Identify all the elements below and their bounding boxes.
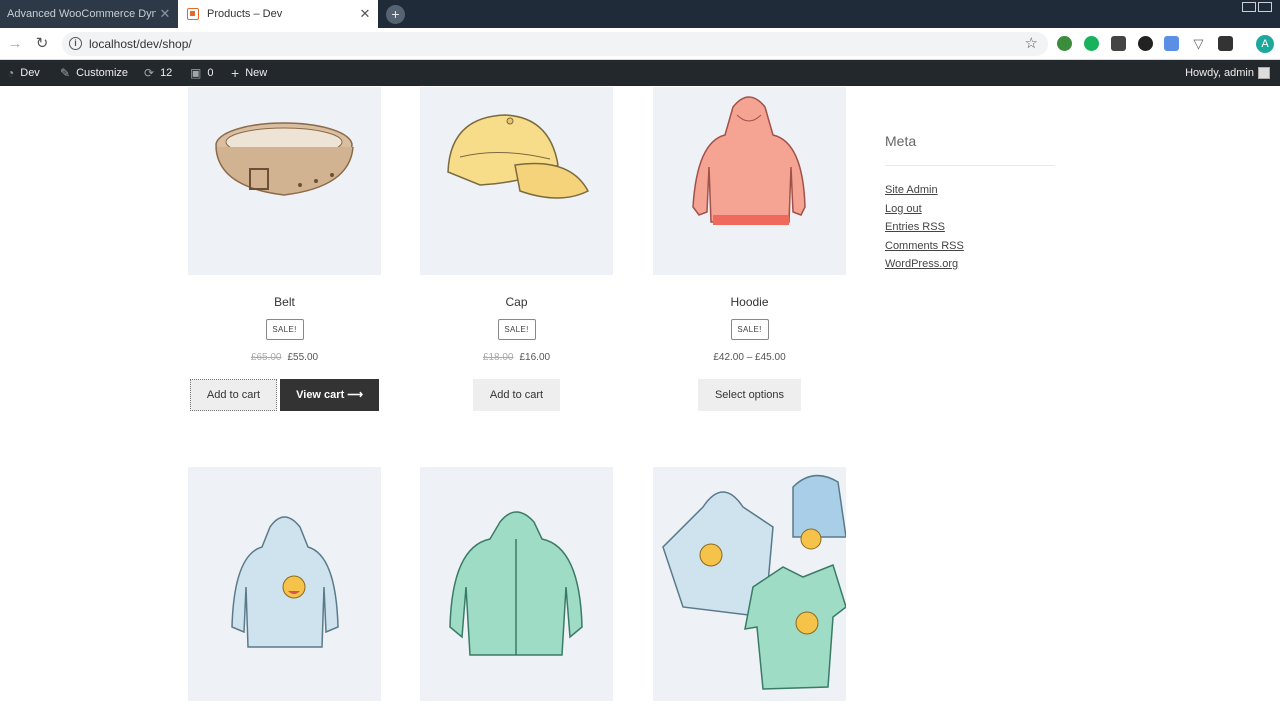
product-title[interactable]: Cap bbox=[420, 295, 613, 309]
product-image-belt[interactable] bbox=[188, 87, 381, 275]
tab-title: Advanced WooCommerce Dyna bbox=[7, 8, 156, 20]
log-out-link[interactable]: Log out bbox=[885, 203, 1055, 217]
admin-bar-updates[interactable]: ⟳ 12 bbox=[144, 60, 172, 86]
product-actions: Add to cart bbox=[420, 379, 613, 411]
sale-badge: SALE! bbox=[730, 319, 769, 340]
product-actions: Add to cart View cart ⟶ bbox=[188, 379, 381, 411]
window-controls bbox=[1242, 2, 1272, 12]
wordpress-org-link[interactable]: WordPress.org bbox=[885, 258, 1055, 272]
old-price: £18.00 bbox=[482, 352, 514, 363]
bookmark-star-icon[interactable]: ☆ bbox=[1025, 34, 1038, 52]
address-bar[interactable]: i localhost/dev/shop/ ☆ bbox=[62, 32, 1048, 56]
howdy-label: Howdy, admin bbox=[1185, 67, 1254, 79]
cap-illustration bbox=[447, 114, 590, 199]
product-price: £65.00 £55.00 bbox=[188, 352, 381, 363]
add-to-cart-button[interactable]: Add to cart bbox=[472, 379, 561, 411]
sale-badge: SALE! bbox=[497, 319, 536, 340]
admin-bar-comments[interactable]: ▣ 0 bbox=[190, 60, 213, 86]
comment-icon: ▣ bbox=[190, 66, 202, 80]
view-cart-label: View cart bbox=[296, 389, 345, 401]
zipper-hoodie-illustration bbox=[449, 511, 583, 656]
url-text: localhost/dev/shop/ bbox=[89, 37, 192, 51]
close-tab-icon[interactable]: ✕ bbox=[356, 6, 374, 22]
tab-title: Products – Dev bbox=[207, 8, 283, 20]
product-title[interactable]: Hoodie bbox=[653, 295, 846, 309]
product-image-cap[interactable] bbox=[420, 87, 613, 275]
site-info-icon[interactable]: i bbox=[69, 37, 82, 50]
plus-icon: + bbox=[231, 65, 240, 81]
wp-admin-bar: ◔ Dev ✎ Customize ⟳ 12 ▣ 0 + New Howdy, … bbox=[0, 60, 1280, 86]
extension-globe-icon[interactable] bbox=[1057, 36, 1072, 51]
new-label: New bbox=[245, 67, 268, 79]
add-to-cart-button[interactable]: Add to cart bbox=[189, 379, 278, 411]
customize-label: Customize bbox=[76, 67, 129, 79]
maximize-window-icon[interactable] bbox=[1258, 2, 1272, 12]
admin-bar-new[interactable]: + New bbox=[231, 60, 267, 86]
entries-rss-link[interactable]: Entries RSS bbox=[885, 221, 1055, 235]
product-card-hoodie: Hoodie SALE! £42.00 – £45.00 Select opti… bbox=[653, 87, 846, 411]
browser-toolbar: → ↻ i localhost/dev/shop/ ☆ ▽ A bbox=[0, 28, 1280, 60]
browser-tab-inactive[interactable]: Advanced WooCommerce Dyna ✕ bbox=[0, 0, 178, 28]
hoodie-logo-illustration bbox=[231, 516, 339, 648]
product-image-logo-collection[interactable] bbox=[653, 467, 846, 701]
close-tab-icon[interactable]: ✕ bbox=[156, 6, 174, 22]
extension-dark-icon[interactable] bbox=[1138, 36, 1153, 51]
sale-price: £55.00 bbox=[287, 352, 319, 363]
widget-title: Meta bbox=[885, 133, 1055, 166]
meta-widget: Meta Site Admin Log out Entries RSS Comm… bbox=[885, 133, 1055, 277]
comments-rss-link[interactable]: Comments RSS bbox=[885, 240, 1055, 254]
dashboard-icon: ◔ bbox=[7, 66, 15, 80]
extension-vue-icon[interactable]: ▽ bbox=[1191, 36, 1206, 51]
extension-grammarly-icon[interactable] bbox=[1084, 36, 1099, 51]
old-price: £65.00 bbox=[250, 352, 282, 363]
admin-bar-customize[interactable]: ✎ Customize bbox=[60, 60, 128, 86]
browser-tab-bar: Advanced WooCommerce Dyna ✕ Products – D… bbox=[0, 0, 1280, 28]
extension-pocket-icon[interactable] bbox=[1111, 36, 1126, 51]
brush-icon: ✎ bbox=[60, 66, 71, 80]
product-card-logo-collection bbox=[653, 467, 846, 701]
product-card-hoodie-with-zipper bbox=[420, 467, 613, 701]
site-name: Dev bbox=[20, 67, 40, 79]
product-card-cap: Cap SALE! £18.00 £16.00 Add to cart bbox=[420, 87, 613, 411]
arrow-right-icon: ⟶ bbox=[347, 389, 364, 401]
reload-icon[interactable]: ↻ bbox=[32, 34, 52, 54]
profile-avatar[interactable]: A bbox=[1256, 35, 1274, 53]
product-price: £42.00 – £45.00 bbox=[653, 352, 846, 363]
product-actions: Select options bbox=[653, 379, 846, 411]
select-options-button[interactable]: Select options bbox=[697, 379, 802, 411]
admin-bar-site[interactable]: ◔ Dev bbox=[7, 60, 40, 86]
new-tab-button[interactable]: + bbox=[386, 5, 405, 24]
site-admin-link[interactable]: Site Admin bbox=[885, 184, 1055, 198]
browser-tab-active[interactable]: Products – Dev ✕ bbox=[178, 0, 378, 28]
product-price: £18.00 £16.00 bbox=[420, 352, 613, 363]
extension-menu-icon[interactable] bbox=[1218, 36, 1233, 51]
belt-illustration bbox=[215, 122, 354, 196]
product-image-hoodie-with-logo[interactable] bbox=[188, 467, 381, 701]
updates-icon: ⟳ bbox=[144, 66, 155, 80]
product-image-hoodie-with-zipper[interactable] bbox=[420, 467, 613, 701]
price-range: £42.00 – £45.00 bbox=[713, 352, 786, 363]
product-title[interactable]: Belt bbox=[188, 295, 381, 309]
comments-count: 0 bbox=[207, 67, 214, 79]
product-image-hoodie[interactable] bbox=[653, 87, 846, 275]
extension-translate-icon[interactable] bbox=[1164, 36, 1179, 51]
product-card-belt: Belt SALE! £65.00 £55.00 Add to cart View… bbox=[188, 87, 381, 411]
sale-price: £16.00 bbox=[519, 352, 551, 363]
forward-arrow-icon[interactable]: → bbox=[5, 34, 25, 54]
meta-links-list: Site Admin Log out Entries RSS Comments … bbox=[885, 184, 1055, 272]
hoodie-illustration bbox=[692, 96, 806, 225]
logo-collection-illustration bbox=[662, 474, 846, 690]
admin-bar-account[interactable]: Howdy, admin bbox=[1185, 60, 1254, 86]
site-favicon-icon bbox=[187, 8, 199, 20]
sale-badge: SALE! bbox=[265, 319, 304, 340]
product-card-hoodie-with-logo bbox=[188, 467, 381, 701]
user-avatar[interactable] bbox=[1258, 67, 1270, 79]
view-cart-button[interactable]: View cart ⟶ bbox=[280, 379, 380, 411]
minimize-window-icon[interactable] bbox=[1242, 2, 1256, 12]
updates-count: 12 bbox=[160, 67, 173, 79]
